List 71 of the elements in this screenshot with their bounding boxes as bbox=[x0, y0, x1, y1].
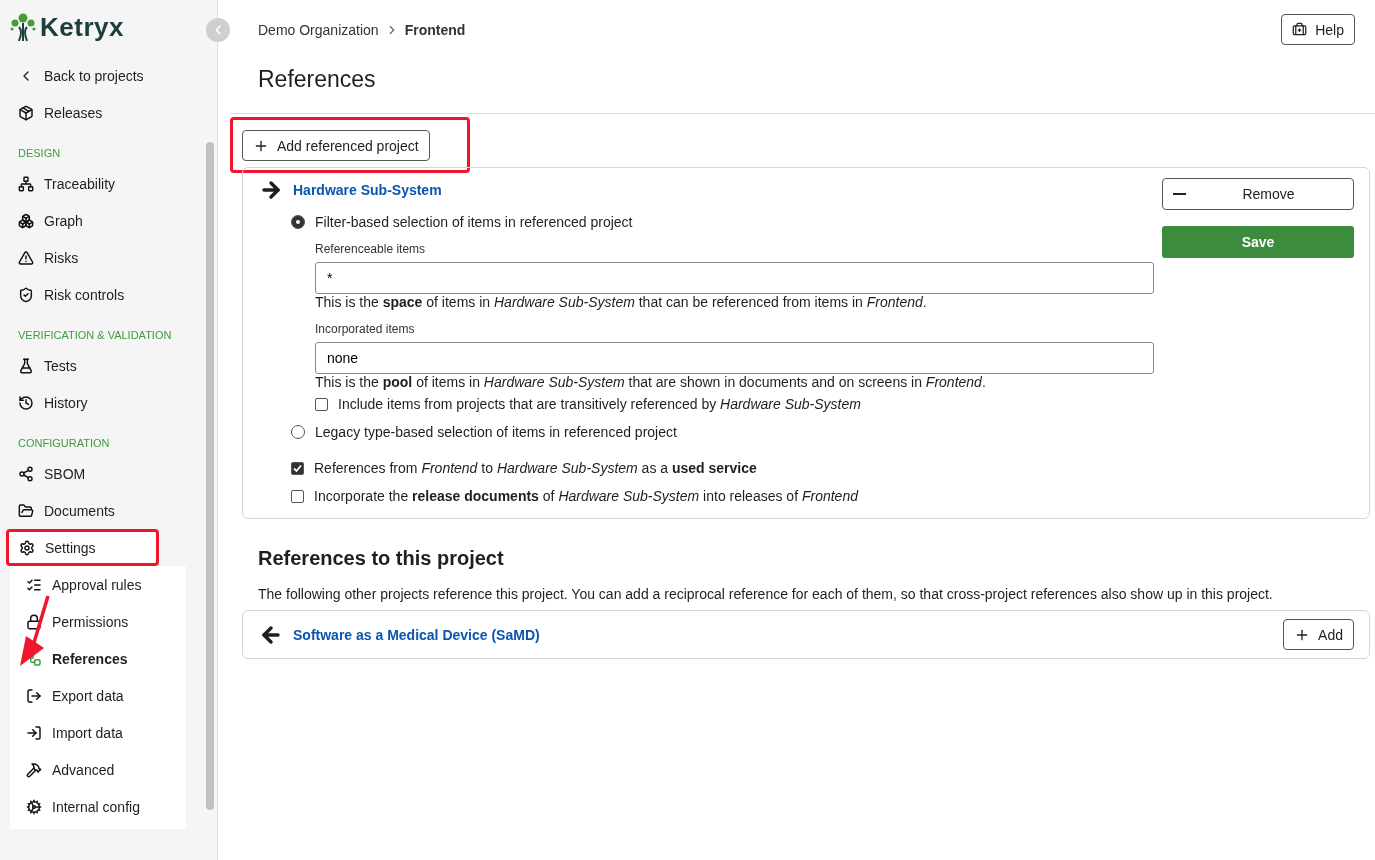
field-help-text: This is the space of items in Hardware Sub-System that can be referenced from items in Frontend. bbox=[315, 294, 928, 310]
cog-icon bbox=[26, 798, 42, 815]
back-link[interactable]: Back to projects bbox=[0, 57, 217, 94]
project-link[interactable]: Hardware Sub-System bbox=[293, 182, 442, 198]
breadcrumb-link[interactable]: Frontend bbox=[404, 21, 466, 38]
checkbox-label: Incorporate the release documents of Hardware Sub-System into releases of Frontend bbox=[314, 488, 858, 504]
first-aid-icon bbox=[1292, 22, 1308, 37]
nav-item[interactable]: Graph bbox=[0, 202, 217, 239]
nav-item[interactable]: Internal config bbox=[10, 788, 186, 825]
nav-item[interactable]: History bbox=[0, 384, 217, 421]
checkbox[interactable] bbox=[291, 489, 304, 503]
nav-item[interactable]: SBOM bbox=[0, 455, 217, 492]
page-title: References bbox=[258, 66, 377, 93]
nav-item[interactable]: Approval rules bbox=[10, 566, 186, 603]
package-icon bbox=[18, 104, 34, 121]
help-button[interactable]: Help bbox=[1281, 14, 1355, 45]
section-heading: VERIFICATION & VALIDATION bbox=[17, 328, 173, 343]
settings-icon bbox=[19, 539, 35, 556]
lock-icon bbox=[26, 613, 42, 630]
logo-text: Ketryx bbox=[40, 12, 124, 43]
section-heading: DESIGN bbox=[17, 146, 62, 161]
filter-input-field[interactable]: * bbox=[315, 262, 1154, 294]
nav-item[interactable]: Releases bbox=[0, 94, 217, 131]
tree-logo-icon bbox=[10, 12, 36, 43]
add-button[interactable]: Add bbox=[1283, 619, 1354, 650]
nav-item[interactable]: Traceability bbox=[0, 165, 217, 202]
checkbox-label: Include items from projects that are transitively referenced by Hardware Sub-System bbox=[338, 396, 861, 412]
checkbox-label: References from Frontend to Hardware Sub-System as a used service bbox=[314, 460, 757, 476]
history-icon bbox=[18, 394, 34, 411]
nav-item[interactable]: Documents bbox=[0, 492, 217, 529]
radio-label: Filter-based selection of items in referenced project bbox=[315, 214, 633, 230]
nodes-icon bbox=[18, 465, 34, 482]
description-text: The following other projects reference this project. You can add a reciprocal reference for each of them, so that cross-project references also show up in this project. bbox=[258, 586, 1274, 602]
remove-button[interactable]: Remove bbox=[1162, 178, 1354, 210]
section-heading: References to this project bbox=[258, 547, 505, 570]
hammer-icon bbox=[26, 761, 42, 778]
radio-button[interactable] bbox=[291, 215, 305, 229]
field-label: Incorporated items bbox=[315, 322, 416, 336]
tree-icon bbox=[18, 175, 34, 192]
nav-item[interactable]: Tests bbox=[0, 347, 217, 384]
nav-item[interactable]: Permissions bbox=[10, 603, 186, 640]
project-link[interactable]: Software as a Medical Device (SaMD) bbox=[293, 626, 540, 643]
flask-icon bbox=[18, 357, 34, 374]
radio-button[interactable] bbox=[291, 425, 305, 439]
nav-item[interactable]: Risk controls bbox=[0, 276, 217, 313]
scrollbar[interactable] bbox=[206, 142, 214, 810]
check-icon bbox=[293, 463, 302, 473]
filter-input-field[interactable]: none bbox=[315, 342, 1154, 374]
nav-item[interactable]: Advanced bbox=[10, 751, 186, 788]
export-icon bbox=[26, 687, 42, 704]
breadcrumb-link[interactable]: Demo Organization bbox=[258, 21, 379, 38]
shield-check-icon bbox=[18, 286, 34, 303]
nav-item[interactable]: Settings bbox=[6, 529, 159, 566]
radio-label: Legacy type-based selection of items in referenced project bbox=[315, 424, 677, 440]
folder-icon bbox=[18, 502, 34, 519]
field-label: Referenceable items bbox=[315, 242, 427, 256]
arrow-right-icon bbox=[259, 178, 283, 202]
cubes-icon bbox=[18, 212, 34, 229]
add-referenced-project-button[interactable]: Add referenced project bbox=[242, 130, 430, 161]
annotation-arrow bbox=[20, 595, 50, 666]
nav-item[interactable]: Export data bbox=[10, 677, 186, 714]
warning-icon bbox=[18, 249, 34, 266]
nav-item[interactable]: Risks bbox=[0, 239, 217, 276]
minus-icon bbox=[1173, 193, 1186, 195]
save-button[interactable]: Save bbox=[1162, 226, 1354, 258]
import-icon bbox=[26, 724, 42, 741]
nav-item[interactable]: Import data bbox=[10, 714, 186, 751]
checkbox[interactable] bbox=[315, 397, 328, 411]
checkbox[interactable] bbox=[291, 461, 304, 475]
section-heading: CONFIGURATION bbox=[17, 436, 111, 451]
field-help-text: This is the pool of items in Hardware Sub-System that are shown in documents and on screens in Frontend. bbox=[315, 374, 987, 390]
